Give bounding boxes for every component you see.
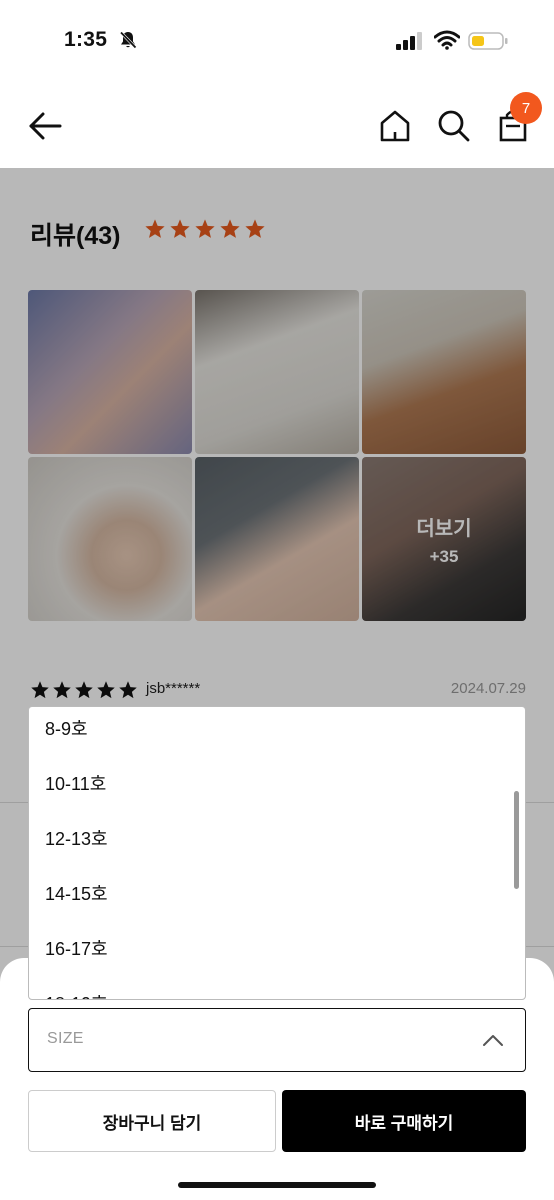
size-option[interactable]: 18-19호 — [45, 990, 108, 999]
size-select[interactable]: SIZE — [28, 1008, 526, 1072]
size-option[interactable]: 12-13호 — [45, 825, 108, 851]
status-time: 1:35 — [64, 28, 108, 51]
status-bar: 1:35 — [0, 0, 554, 84]
dropdown-scrollbar[interactable] — [514, 791, 519, 889]
cellular-signal-icon — [396, 32, 422, 50]
size-select-placeholder: SIZE — [47, 1030, 84, 1047]
size-options-dropdown[interactable]: 8-9호 10-11호 12-13호 14-15호 16-17호 18-19호 — [28, 706, 526, 1000]
cart-count-badge: 7 — [510, 92, 542, 124]
buy-now-button[interactable]: 바로 구매하기 — [282, 1090, 526, 1152]
chevron-up-icon — [483, 1035, 503, 1046]
battery-icon — [468, 32, 508, 50]
wifi-icon — [434, 30, 460, 50]
app-header — [0, 84, 554, 168]
size-option[interactable]: 16-17호 — [45, 935, 108, 961]
size-option[interactable]: 14-15호 — [45, 880, 108, 906]
size-option[interactable]: 10-11호 — [45, 770, 106, 796]
search-icon[interactable] — [434, 106, 474, 146]
home-icon[interactable] — [376, 106, 414, 146]
size-option[interactable]: 8-9호 — [45, 715, 88, 741]
back-arrow-icon[interactable] — [26, 106, 66, 146]
bell-muted-icon — [119, 31, 137, 49]
add-to-cart-button[interactable]: 장바구니 담기 — [28, 1090, 276, 1152]
home-indicator — [178, 1182, 376, 1188]
